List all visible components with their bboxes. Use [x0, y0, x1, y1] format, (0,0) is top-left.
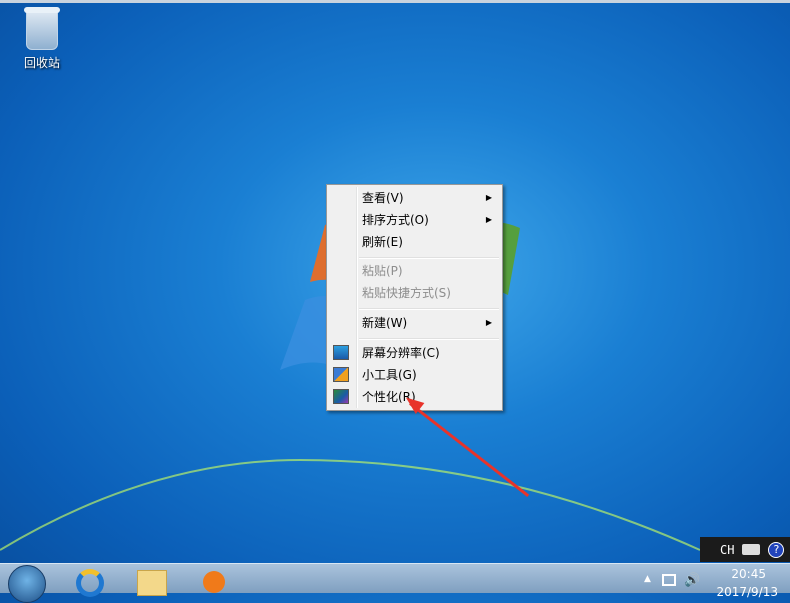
menu-item-label: 刷新(E) — [362, 235, 403, 249]
help-icon[interactable]: ? — [768, 541, 785, 558]
menu-item-new[interactable]: 新建(W) ▶ — [329, 312, 500, 334]
menu-item-sort-by[interactable]: 排序方式(O) ▶ — [329, 209, 500, 231]
menu-item-screen-resolution[interactable]: 屏幕分辨率(C) — [329, 342, 500, 364]
volume-icon[interactable]: 🔊 — [684, 573, 700, 588]
menu-item-gadgets[interactable]: 小工具(G) — [329, 364, 500, 386]
menu-item-view[interactable]: 查看(V) ▶ — [329, 187, 500, 209]
display-resolution-icon — [333, 345, 349, 360]
media-player-icon — [203, 571, 225, 593]
submenu-arrow-icon: ▶ — [485, 193, 492, 202]
menu-item-label: 小工具(G) — [362, 368, 417, 382]
personalize-icon — [333, 389, 349, 404]
desktop-context-menu: 查看(V) ▶ 排序方式(O) ▶ 刷新(E) 粘贴(P) 粘贴快捷方式(S) 新建… — [326, 184, 503, 411]
language-indicator[interactable]: CH — [720, 543, 734, 557]
top-border — [0, 0, 790, 3]
network-icon[interactable] — [662, 574, 676, 586]
menu-item-label: 新建(W) — [362, 316, 408, 330]
menu-separator — [359, 338, 499, 340]
menu-separator — [359, 308, 499, 310]
menu-item-label: 排序方式(O) — [362, 213, 429, 227]
menu-item-paste: 粘贴(P) — [329, 260, 500, 282]
show-hidden-icons-button[interactable]: ▲ — [644, 574, 651, 584]
menu-item-label: 粘贴快捷方式(S) — [362, 286, 451, 300]
menu-item-label: 屏幕分辨率(C) — [362, 346, 440, 360]
menu-item-paste-shortcut: 粘贴快捷方式(S) — [329, 282, 500, 304]
clock-date[interactable]: 2017/9/13 — [716, 585, 778, 599]
keyboard-icon[interactable] — [742, 544, 761, 555]
wallpaper-swoosh — [0, 458, 701, 551]
start-button[interactable] — [8, 565, 46, 603]
taskbar-media-player[interactable] — [196, 566, 232, 594]
desktop-icon-label: 回收站 — [23, 56, 60, 70]
system-tray: ▲ 🔊 20:45 2017/9/13 — [640, 564, 790, 599]
taskbar-internet-explorer[interactable] — [72, 566, 108, 597]
menu-separator — [359, 257, 499, 259]
taskbar-file-explorer[interactable] — [134, 566, 170, 596]
clock-time[interactable]: 20:45 — [731, 567, 766, 581]
recycle-bin-icon — [24, 7, 60, 50]
desktop-icon-recycle-bin[interactable]: 回收站 — [18, 7, 66, 71]
taskbar: ▲ 🔊 20:45 2017/9/13 — [0, 563, 790, 603]
submenu-arrow-icon: ▶ — [485, 318, 492, 327]
submenu-arrow-icon: ▶ — [485, 215, 492, 224]
language-bar: CH ? — [700, 537, 790, 562]
gadgets-icon — [333, 367, 349, 382]
menu-item-label: 查看(V) — [362, 191, 404, 205]
menu-item-refresh[interactable]: 刷新(E) — [329, 231, 500, 253]
file-explorer-icon — [137, 570, 167, 596]
menu-item-label: 粘贴(P) — [362, 264, 403, 278]
